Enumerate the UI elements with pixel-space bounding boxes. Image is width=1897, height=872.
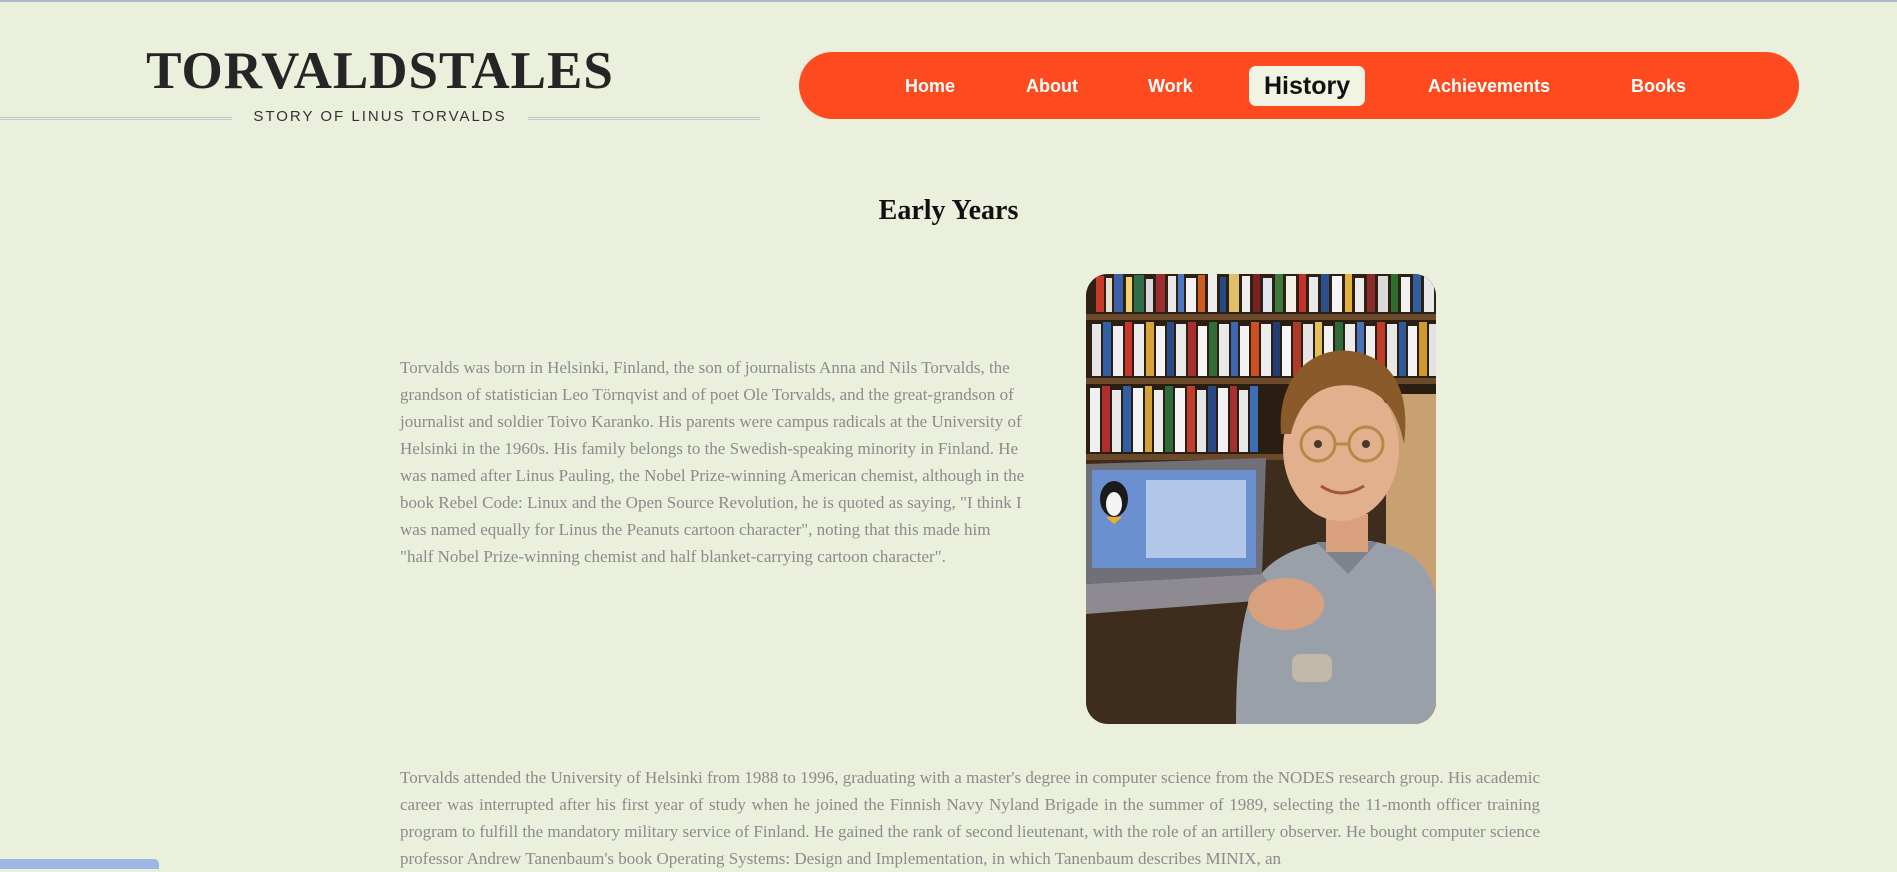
nav-work[interactable]: Work (1148, 70, 1193, 102)
status-bar (0, 859, 159, 869)
nav-home[interactable]: Home (905, 70, 955, 102)
early-years-paragraph: Torvalds was born in Helsinki, Finland, … (400, 358, 1025, 566)
top-border (0, 0, 1897, 2)
main-nav: Home About Work History Achievements Boo… (799, 52, 1799, 119)
nav-history[interactable]: History (1249, 66, 1366, 106)
site-title[interactable]: TORVALDSTALES (0, 40, 760, 102)
portrait-photo-icon (1086, 274, 1436, 724)
section-title: Early Years (878, 195, 1019, 226)
site-tagline: STORY OF LINUS TORVALDS (253, 108, 507, 125)
tagline-divider-right (528, 117, 760, 120)
nav-achievements[interactable]: Achievements (1428, 70, 1550, 102)
nav-books[interactable]: Books (1631, 70, 1686, 102)
tagline-row: STORY OF LINUS TORVALDS (0, 106, 760, 130)
university-paragraph: Torvalds attended the University of Hels… (400, 768, 1540, 868)
nav-about[interactable]: About (1026, 70, 1078, 102)
site-brand: TORVALDSTALES (0, 40, 760, 102)
tagline-divider-left (0, 117, 232, 120)
